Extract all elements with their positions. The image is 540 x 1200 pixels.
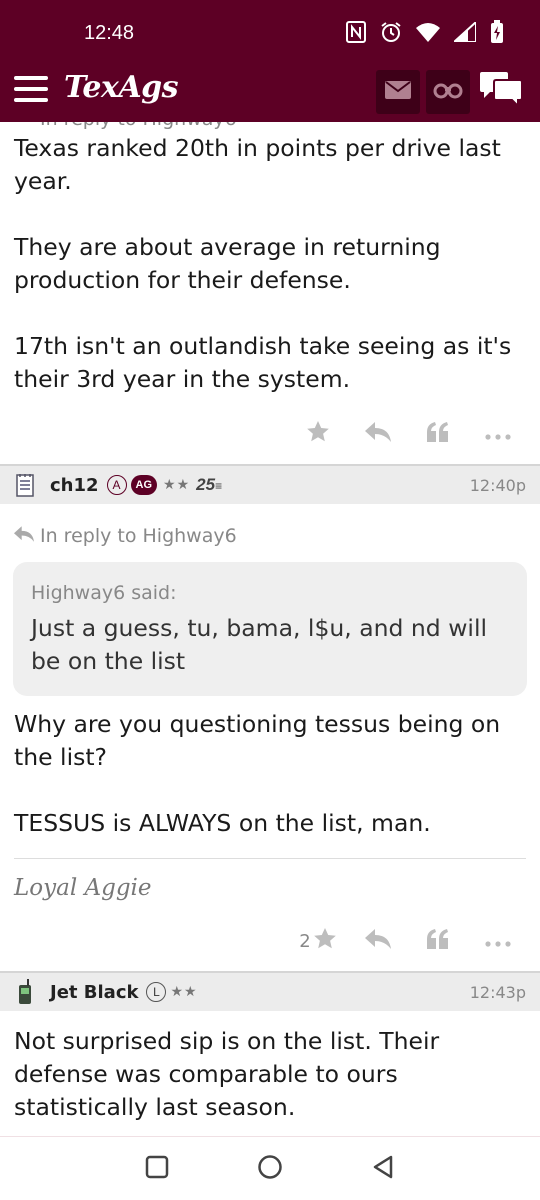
wifi-icon [416, 22, 440, 46]
reply-to-text: In reply to Highway6 [40, 525, 237, 547]
triangle-nav-icon [371, 1154, 395, 1184]
reply-button[interactable] [348, 921, 408, 961]
user-stars: ★★ [170, 984, 198, 1000]
post-time: 12:43p [469, 982, 526, 1002]
thread-content[interactable]: In reply to Highway6 Texas ranked 20th i… [0, 122, 540, 1136]
post: In reply to Highway6 Texas ranked 20th i… [0, 122, 540, 454]
username[interactable]: ch12 [50, 475, 99, 496]
circle-nav-icon [257, 1154, 283, 1184]
quote-icon [427, 422, 449, 446]
more-icon [485, 932, 511, 951]
post-paragraph: 17th isn't an outlandish take seeing as … [14, 332, 512, 393]
post-actions: 2 [0, 921, 540, 961]
star-icon [313, 927, 337, 955]
reply-to-link[interactable]: In reply to Highway6 [0, 504, 540, 554]
signal-icon [451, 19, 477, 46]
post-paragraph: Why are you questioning tessus being on … [14, 710, 501, 771]
reply-icon [365, 929, 391, 953]
home-button[interactable] [250, 1149, 290, 1189]
star-button[interactable] [288, 414, 348, 454]
post-body: Not surprised sip is on the list. Their … [0, 1025, 540, 1124]
notepad-icon [14, 472, 36, 498]
chat-icon [478, 72, 524, 114]
battery-icon [490, 20, 504, 48]
post-paragraph: Not surprised sip is on the list. Their … [14, 1027, 440, 1121]
star-icon [306, 420, 330, 448]
square-nav-icon [145, 1155, 169, 1183]
post-actions [0, 414, 540, 454]
post-body: Texas ranked 20th in points per drive la… [0, 132, 540, 396]
post: Jet Black L ★★ 12:43p Not surprised sip … [0, 971, 540, 1124]
mail-button[interactable] [376, 70, 420, 114]
star-button[interactable]: 2 [288, 921, 348, 961]
quote-author: Highway6 said: [31, 582, 177, 604]
texags-logo[interactable]: TexAgs [64, 70, 179, 105]
chat-button[interactable] [478, 70, 528, 114]
l-badge: L [146, 982, 167, 1002]
post-header: ch12 A AG ★★ 25≡ 12:40p [0, 464, 540, 504]
more-button[interactable] [468, 414, 528, 454]
year-badge: 25≡ [196, 475, 223, 494]
reply-arrow-icon [14, 525, 34, 547]
post-paragraph: Texas ranked 20th in points per drive la… [14, 134, 501, 195]
a-badge: A [106, 475, 127, 495]
post-time: 12:40p [469, 475, 526, 495]
quote-text: Just a guess, tu, bama, l$u, and nd will… [31, 614, 488, 675]
quote-icon [427, 929, 449, 953]
status-bar: 12:48 [0, 0, 540, 60]
hamburger-icon[interactable] [14, 76, 48, 104]
alarm-icon [380, 21, 402, 47]
post-paragraph: TESSUS is ALWAYS on the list, man. [14, 809, 431, 837]
reply-to-link[interactable]: In reply to Highway6 [40, 122, 237, 130]
android-nav-bar [0, 1136, 540, 1200]
post-body: Why are you questioning tessus being on … [0, 708, 540, 840]
binoculars-icon [433, 81, 463, 103]
reply-button[interactable] [348, 414, 408, 454]
status-time: 12:48 [84, 22, 135, 44]
quote-block: Highway6 said: Just a guess, tu, bama, l… [13, 562, 527, 696]
quote-button[interactable] [408, 414, 468, 454]
post-paragraph: They are about average in returning prod… [14, 233, 441, 294]
app-header: TexAgs [0, 60, 540, 122]
nfc-icon [346, 21, 366, 47]
phone-icon [14, 979, 36, 1005]
star-count: 2 [299, 930, 311, 952]
mail-icon [385, 81, 411, 103]
signature: Loyal Aggie [14, 875, 152, 901]
status-icons [346, 19, 504, 48]
recent-apps-button[interactable] [137, 1149, 177, 1189]
username[interactable]: Jet Black [50, 982, 138, 1003]
back-button[interactable] [363, 1149, 403, 1189]
post-header: Jet Black L ★★ 12:43p [0, 971, 540, 1011]
post: ch12 A AG ★★ 25≡ 12:40p In reply to High… [0, 464, 540, 961]
ag-badge: AG [130, 475, 158, 495]
more-icon [485, 425, 511, 444]
reply-icon [365, 422, 391, 446]
user-stars: ★★ [163, 477, 191, 493]
more-button[interactable] [468, 921, 528, 961]
quote-button[interactable] [408, 921, 468, 961]
watch-button[interactable] [426, 70, 470, 114]
